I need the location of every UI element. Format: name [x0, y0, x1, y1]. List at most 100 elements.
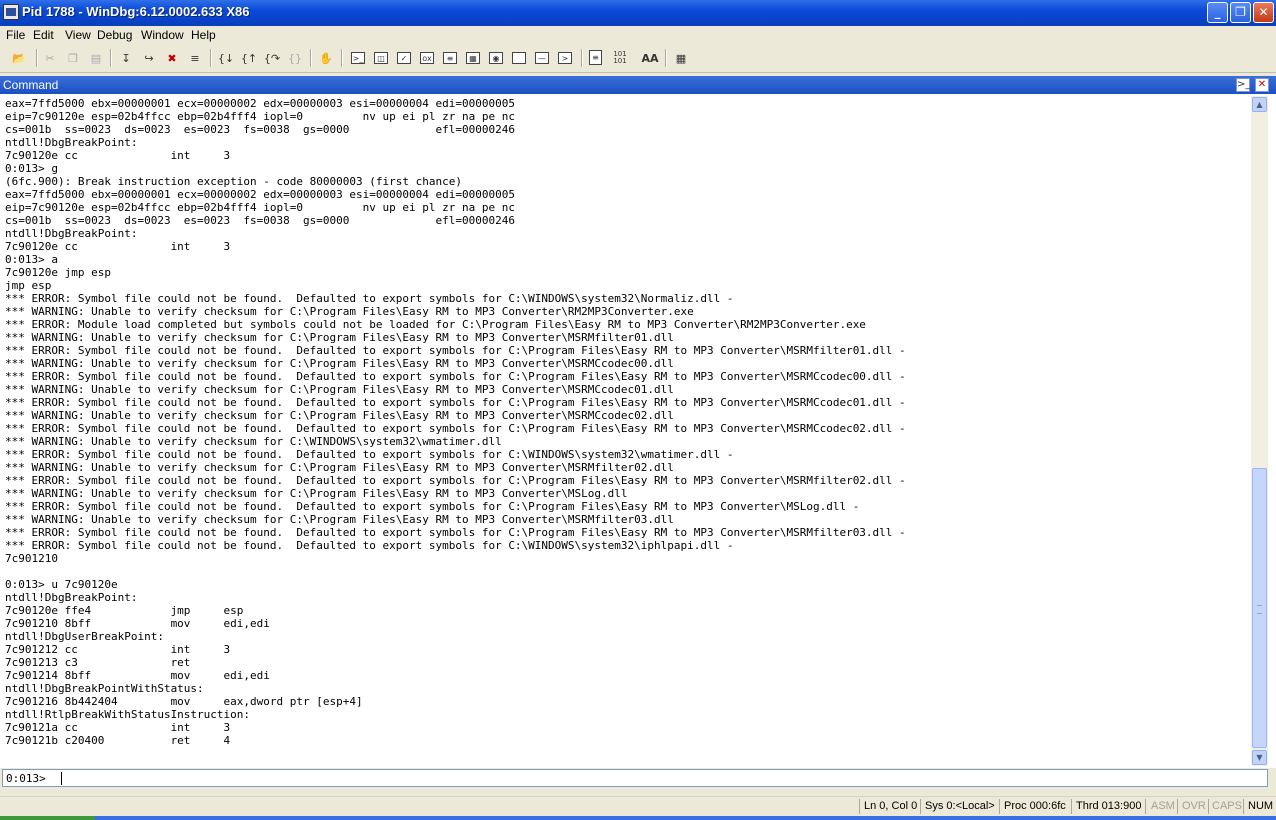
registers-icon[interactable]: ox — [420, 52, 434, 64]
output-line: *** ERROR: Symbol file could not be foun… — [5, 422, 906, 435]
hex-display-icon[interactable]: 101 101 — [611, 50, 629, 66]
output-line: ntdll!DbgBreakPoint: — [5, 591, 138, 604]
output-line: 7c901212 cc int 3 — [5, 643, 231, 656]
status-proc: Proc 000:6fc — [1004, 800, 1066, 812]
output-line: *** ERROR: Symbol file could not be foun… — [5, 474, 906, 487]
output-line: *** WARNING: Unable to verify checksum f… — [5, 487, 628, 500]
status-num: NUM — [1248, 800, 1274, 812]
output-line: 7c901216 8b442404 mov eax,dword ptr [esp… — [5, 695, 363, 708]
call-stack-icon[interactable]: ▦ — [466, 52, 480, 64]
maximize-button[interactable]: ❐ — [1230, 2, 1251, 23]
output-line: 7c901213 c3 ret — [5, 656, 191, 669]
run-to-cursor-icon[interactable]: {↷ — [264, 50, 280, 66]
step-into-icon[interactable]: ↧ — [118, 50, 134, 66]
command-input[interactable]: 0:013> — [2, 769, 1268, 787]
output-line: 7c901214 8bff mov edi,edi — [5, 669, 270, 682]
scroll-up-button[interactable]: ▲ — [1252, 97, 1267, 112]
output-line: *** ERROR: Symbol file could not be foun… — [5, 344, 906, 357]
command-output[interactable]: eax=7ffd5000 ebx=00000001 ecx=00000002 e… — [5, 97, 1250, 765]
output-line: *** ERROR: Symbol file could not be foun… — [5, 539, 734, 552]
output-line: *** WARNING: Unable to verify checksum f… — [5, 331, 674, 344]
output-line: ntdll!DbgBreakPoint: — [5, 136, 138, 149]
output-line: 0:013> a — [5, 253, 58, 266]
command-window-header[interactable]: Command >_ ✕ — [0, 76, 1276, 94]
status-position: Ln 0, Col 0 — [864, 800, 918, 812]
disassembly-icon[interactable]: ◉ — [489, 52, 503, 64]
menu-view[interactable]: View — [65, 28, 91, 42]
menu-debug[interactable]: Debug — [97, 28, 132, 42]
watch-icon[interactable]: ◫ — [374, 52, 388, 64]
output-line: 7c90120e cc int 3 — [5, 240, 231, 253]
text-caret — [61, 772, 62, 785]
open-icon[interactable]: 📂 — [11, 50, 27, 66]
window-title: Pid 1788 - WinDbg:6.12.0002.633 X86 — [22, 4, 250, 19]
close-command-window-button[interactable]: ✕ — [1255, 78, 1269, 92]
output-line: *** ERROR: Symbol file could not be foun… — [5, 500, 860, 513]
output-line: 7c90121b c20400 ret 4 — [5, 734, 231, 747]
output-line: ntdll!DbgBreakPointWithStatus: — [5, 682, 204, 695]
output-line: *** WARNING: Unable to verify checksum f… — [5, 383, 674, 396]
menu-bar: File Edit View Debug Window Help — [0, 26, 1276, 44]
status-asm: ASM — [1151, 800, 1175, 812]
window-list-icon[interactable]: — — [535, 52, 549, 64]
copy-icon[interactable]: ❐ — [65, 50, 81, 66]
status-bar: Ln 0, Col 0 Sys 0:<Local> Proc 000:6fc T… — [0, 796, 1276, 817]
scrollbar-thumb[interactable] — [1252, 468, 1267, 748]
output-line: cs=001b ss=0023 ds=0023 es=0023 fs=0038 … — [5, 214, 515, 227]
output-line: 7c90120e cc int 3 — [5, 149, 231, 162]
break-icon[interactable]: ≡ — [187, 50, 203, 66]
command-prompt: 0:013> — [6, 772, 46, 785]
status-thrd: Thrd 013:900 — [1076, 800, 1142, 812]
scroll-down-button[interactable]: ▼ — [1252, 750, 1267, 765]
output-line: (6fc.900): Break instruction exception -… — [5, 175, 462, 188]
hand-icon[interactable]: ✋ — [318, 50, 334, 66]
close-button[interactable]: ✕ — [1253, 2, 1274, 23]
output-line: *** WARNING: Unable to verify checksum f… — [5, 305, 694, 318]
command-window: Command >_ ✕ eax=7ffd5000 ebx=00000001 e… — [0, 76, 1276, 792]
output-line: eip=7c90120e esp=02b4ffcc ebp=02b4fff4 i… — [5, 201, 515, 214]
output-line: ntdll!DbgBreakPoint: — [5, 227, 138, 240]
output-line: *** ERROR: Symbol file could not be foun… — [5, 448, 734, 461]
source-mode-toggle-icon[interactable]: ≡ — [589, 50, 602, 65]
menu-edit[interactable]: Edit — [33, 28, 54, 42]
output-line: *** WARNING: Unable to verify checksum f… — [5, 357, 674, 370]
options-icon[interactable]: ▦ — [673, 50, 689, 66]
paste-icon[interactable]: ▤ — [88, 50, 104, 66]
status-caps: CAPS — [1212, 800, 1242, 812]
command-window-title: Command — [3, 78, 59, 92]
source-mode-icon[interactable]: {} — [287, 50, 303, 66]
menu-window[interactable]: Window — [141, 28, 184, 42]
output-line: *** WARNING: Unable to verify checksum f… — [5, 435, 502, 448]
output-line: *** ERROR: Module load completed but sym… — [5, 318, 866, 331]
output-line: eax=7ffd5000 ebx=00000001 ecx=00000002 e… — [5, 97, 515, 110]
minimize-button[interactable]: _ — [1207, 2, 1228, 23]
output-line: 0:013> g — [5, 162, 58, 175]
command-icon[interactable]: >_ — [351, 52, 365, 64]
output-line: 7c90121a cc int 3 — [5, 721, 231, 734]
menu-help[interactable]: Help — [191, 28, 216, 42]
output-line: 7c90120e ffe4 jmp esp — [5, 604, 244, 617]
output-icon[interactable]: > — [558, 52, 572, 64]
window-menu-button[interactable]: >_ — [1236, 78, 1250, 92]
output-line: 7c901210 — [5, 552, 58, 565]
output-line: 7c90120e jmp esp — [5, 266, 111, 279]
title-bar[interactable]: Pid 1788 - WinDbg:6.12.0002.633 X86 _ ❐ … — [0, 0, 1276, 26]
step-out-icon[interactable]: {↑ — [241, 50, 257, 66]
locals-icon[interactable]: ✓ — [397, 52, 411, 64]
toolbar: 📂 ✂ ❐ ▤ ↧ ↪ ✖ ≡ {↓ {↑ {↷ {} ✋ >_ ◫ ✓ ox … — [0, 45, 1276, 73]
menu-file[interactable]: File — [6, 28, 25, 42]
vertical-scrollbar[interactable]: ▲ ▼ — [1251, 96, 1268, 766]
output-line: 7c901210 8bff mov edi,edi — [5, 617, 270, 630]
output-line: ntdll!DbgUserBreakPoint: — [5, 630, 164, 643]
font-icon[interactable]: AA — [641, 50, 659, 66]
scratch-pad-icon[interactable] — [512, 52, 526, 64]
stop-debugging-icon[interactable]: ✖ — [164, 50, 180, 66]
go-icon[interactable]: {↓ — [218, 50, 234, 66]
cut-icon[interactable]: ✂ — [42, 50, 58, 66]
step-over-icon[interactable]: ↪ — [141, 50, 157, 66]
command-input-row: 0:013> — [0, 768, 1276, 792]
windbg-app-icon[interactable] — [3, 4, 19, 20]
status-sys: Sys 0:<Local> — [925, 800, 995, 812]
output-line: 0:013> u 7c90120e — [5, 578, 118, 591]
memory-icon[interactable]: ≡ — [443, 52, 457, 64]
